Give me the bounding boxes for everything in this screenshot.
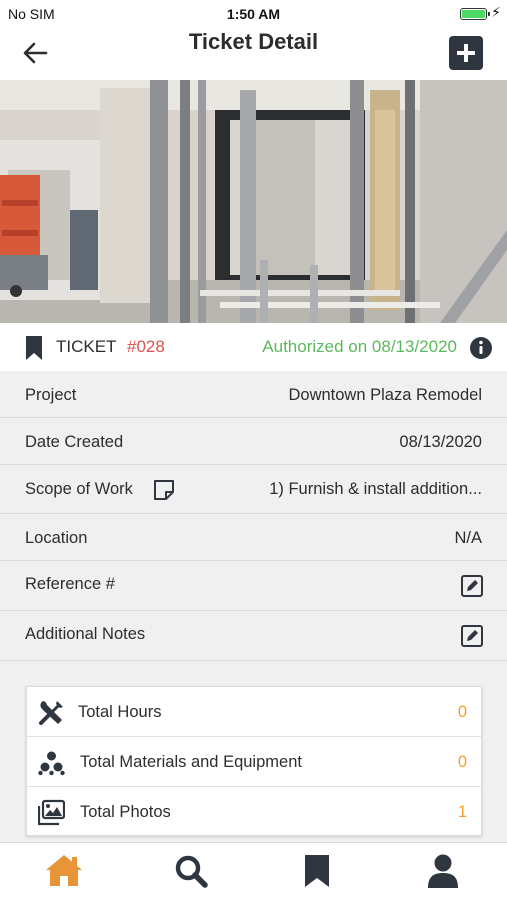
date-created-label: Date Created	[25, 433, 124, 451]
total-materials-label: Total Materials and Equipment	[80, 753, 302, 771]
search-icon	[175, 855, 208, 888]
tools-icon	[39, 701, 63, 725]
detail-row-date: Date Created 08/13/2020	[0, 418, 507, 465]
edit-reference-icon[interactable]	[461, 575, 483, 597]
ticket-number: #028	[127, 337, 165, 356]
tab-bar	[0, 842, 507, 900]
ticket-header: TICKET #028 Authorized on 08/13/2020	[0, 323, 507, 371]
bookmark-icon	[26, 336, 42, 360]
scope-of-work-value: 1) Furnish & install addition...	[269, 480, 482, 498]
edit-notes-icon[interactable]	[461, 625, 483, 647]
total-materials-value: 0	[457, 753, 467, 771]
total-photos-label: Total Photos	[80, 803, 171, 821]
add-button[interactable]	[449, 36, 483, 70]
summary-row-hours[interactable]: Total Hours 0	[27, 687, 481, 737]
detail-row-notes: Additional Notes	[0, 611, 507, 661]
detail-row-reference: Reference #	[0, 561, 507, 611]
tab-home[interactable]	[44, 853, 84, 889]
date-created-value: 08/13/2020	[399, 433, 482, 451]
detail-row-location: Location N/A	[0, 514, 507, 561]
authorization-status: Authorized on 08/13/2020	[262, 337, 457, 356]
tab-search[interactable]	[172, 853, 212, 889]
summary-row-materials[interactable]: Total Materials and Equipment 0	[27, 737, 481, 787]
note-icon[interactable]	[153, 479, 175, 501]
detail-row-scope[interactable]: Scope of Work 1) Furnish & install addit…	[0, 465, 507, 514]
project-label: Project	[25, 386, 77, 404]
tab-profile[interactable]	[423, 853, 463, 889]
summary-card: Total Hours 0 Total Materials and Equipm…	[26, 686, 482, 836]
tab-bookmarks[interactable]	[297, 853, 337, 889]
summary-section: Total Hours 0 Total Materials and Equipm…	[0, 661, 507, 842]
summary-row-photos[interactable]: Total Photos 1	[27, 787, 481, 837]
additional-notes-label: Additional Notes	[25, 625, 146, 643]
location-label: Location	[25, 529, 88, 547]
battery-icon	[460, 8, 490, 20]
ticket-photo[interactable]	[0, 80, 507, 323]
construction-photo-image	[0, 80, 507, 323]
project-value: Downtown Plaza Remodel	[288, 386, 482, 404]
reference-label: Reference #	[25, 575, 115, 593]
scope-of-work-label: Scope of Work	[25, 480, 133, 498]
home-icon	[46, 855, 82, 886]
detail-row-project: Project Downtown Plaza Remodel	[0, 371, 507, 418]
images-icon	[38, 799, 65, 826]
total-hours-value: 0	[457, 703, 467, 721]
nav-bar: Ticket Detail	[0, 26, 507, 80]
bookmark-icon	[305, 855, 329, 887]
location-value: N/A	[454, 529, 482, 547]
total-hours-label: Total Hours	[78, 703, 162, 721]
ticket-details: Project Downtown Plaza Remodel Date Crea…	[0, 371, 507, 661]
status-time: 1:50 AM	[226, 6, 281, 22]
total-photos-value: 1	[457, 803, 467, 821]
ticket-label: TICKET	[56, 337, 117, 356]
charging-icon: ⚡	[491, 4, 501, 20]
status-bar: No SIM 1:50 AM ⚡	[0, 0, 507, 26]
page-title: Ticket Detail	[188, 29, 319, 54]
user-icon	[428, 854, 458, 888]
info-icon[interactable]	[469, 336, 493, 360]
cubes-icon	[38, 751, 65, 776]
